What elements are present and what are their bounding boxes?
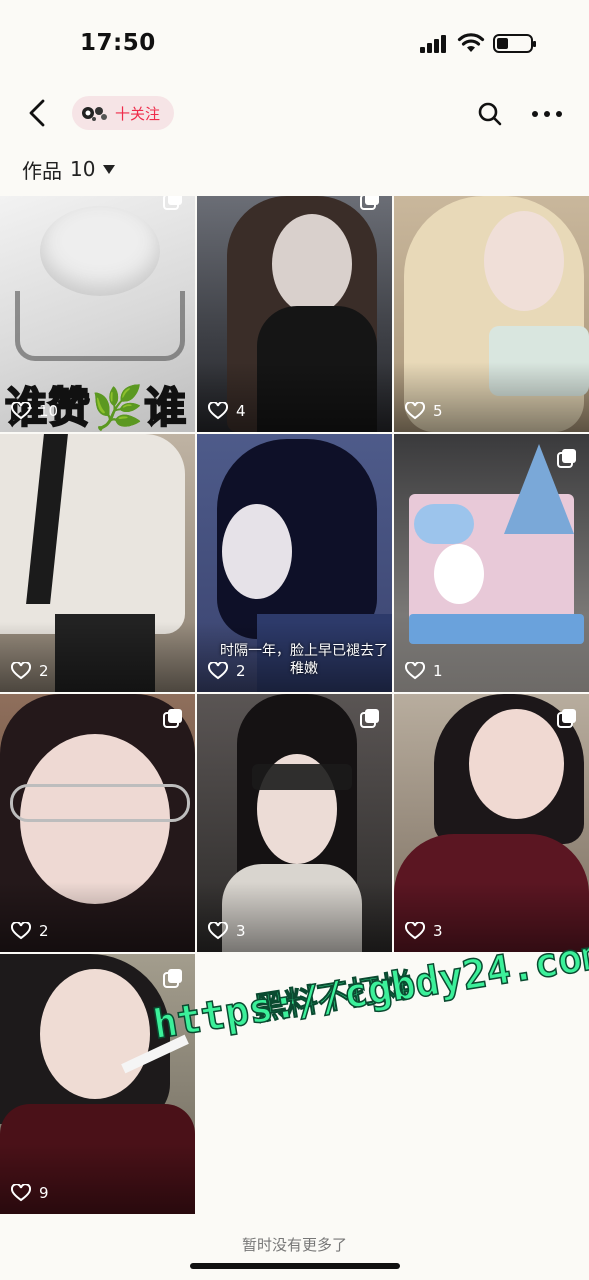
status-bar: 17:50 bbox=[0, 0, 589, 88]
like-count-value: 1 bbox=[433, 662, 443, 680]
dot-icon bbox=[544, 111, 550, 117]
like-count-value: 5 bbox=[433, 402, 443, 420]
avatar bbox=[77, 96, 111, 130]
multi-image-icon bbox=[163, 196, 183, 210]
multi-image-icon bbox=[360, 708, 380, 728]
heart-icon bbox=[11, 922, 31, 940]
work-tile[interactable]: 2 bbox=[0, 434, 195, 692]
heart-icon bbox=[208, 922, 228, 940]
works-filter[interactable]: 作品 10 bbox=[22, 154, 116, 184]
heart-icon bbox=[405, 662, 425, 680]
follow-label: 十关注 bbox=[115, 104, 161, 123]
multi-image-icon bbox=[163, 708, 183, 728]
heart-icon bbox=[405, 922, 425, 940]
work-tile[interactable]: 3 bbox=[394, 694, 589, 952]
heart-icon bbox=[405, 402, 425, 420]
dot-icon bbox=[532, 111, 538, 117]
like-count-value: 3 bbox=[236, 922, 246, 940]
multi-image-icon bbox=[360, 196, 380, 210]
works-count: 10 bbox=[70, 157, 96, 181]
top-nav: 十关注 bbox=[0, 88, 589, 138]
works-label: 作品 bbox=[22, 158, 62, 183]
multi-image-icon bbox=[163, 968, 183, 988]
work-tile[interactable]: 9 bbox=[0, 954, 195, 1214]
search-icon bbox=[478, 102, 502, 126]
like-count-value: 9 bbox=[39, 1184, 49, 1202]
like-count-value: 2 bbox=[236, 662, 246, 680]
work-tile[interactable]: 1 bbox=[394, 434, 589, 692]
back-button[interactable] bbox=[22, 96, 52, 130]
like-count: 2 bbox=[11, 922, 49, 940]
wifi-icon bbox=[457, 33, 485, 52]
more-options-button[interactable] bbox=[532, 104, 562, 124]
follow-button[interactable]: 十关注 bbox=[72, 96, 174, 130]
like-count-value: 3 bbox=[433, 922, 443, 940]
like-count-value: 2 bbox=[39, 922, 49, 940]
work-tile[interactable]: 2 bbox=[0, 694, 195, 952]
heart-icon bbox=[11, 402, 31, 420]
like-count: 3 bbox=[208, 922, 246, 940]
work-tile[interactable]: 3 bbox=[197, 694, 392, 952]
multi-image-icon bbox=[557, 448, 577, 468]
like-count: 10 bbox=[11, 402, 58, 420]
heart-icon bbox=[11, 662, 31, 680]
like-count-value: 4 bbox=[236, 402, 246, 420]
like-count: 3 bbox=[405, 922, 443, 940]
like-count: 2 bbox=[208, 662, 246, 680]
end-of-list-text: 暂时没有更多了 bbox=[241, 1236, 347, 1254]
work-tile[interactable]: 5 bbox=[394, 196, 589, 432]
like-count: 2 bbox=[11, 662, 49, 680]
search-button[interactable] bbox=[476, 100, 504, 128]
like-count: 5 bbox=[405, 402, 443, 420]
work-tile[interactable]: 谁赞🌿谁 10 bbox=[0, 196, 195, 432]
battery-icon bbox=[493, 34, 536, 53]
like-count: 9 bbox=[11, 1184, 49, 1202]
heart-icon bbox=[11, 1184, 31, 1202]
status-time: 17:50 bbox=[80, 30, 156, 56]
multi-image-icon bbox=[557, 708, 577, 728]
work-tile[interactable]: 时隔一年，脸上早已褪去了稚嫩 2 bbox=[197, 434, 392, 692]
work-tile[interactable]: 4 bbox=[197, 196, 392, 432]
heart-icon bbox=[208, 662, 228, 680]
heart-icon bbox=[208, 402, 228, 420]
cellular-signal-icon bbox=[420, 35, 448, 53]
caret-down-icon bbox=[103, 164, 116, 174]
home-indicator[interactable] bbox=[190, 1263, 400, 1269]
chevron-left-icon bbox=[29, 99, 45, 127]
like-count: 4 bbox=[208, 402, 246, 420]
dot-icon bbox=[556, 111, 562, 117]
like-count-value: 10 bbox=[39, 402, 59, 420]
like-count: 1 bbox=[405, 662, 443, 680]
like-count-value: 2 bbox=[39, 662, 49, 680]
